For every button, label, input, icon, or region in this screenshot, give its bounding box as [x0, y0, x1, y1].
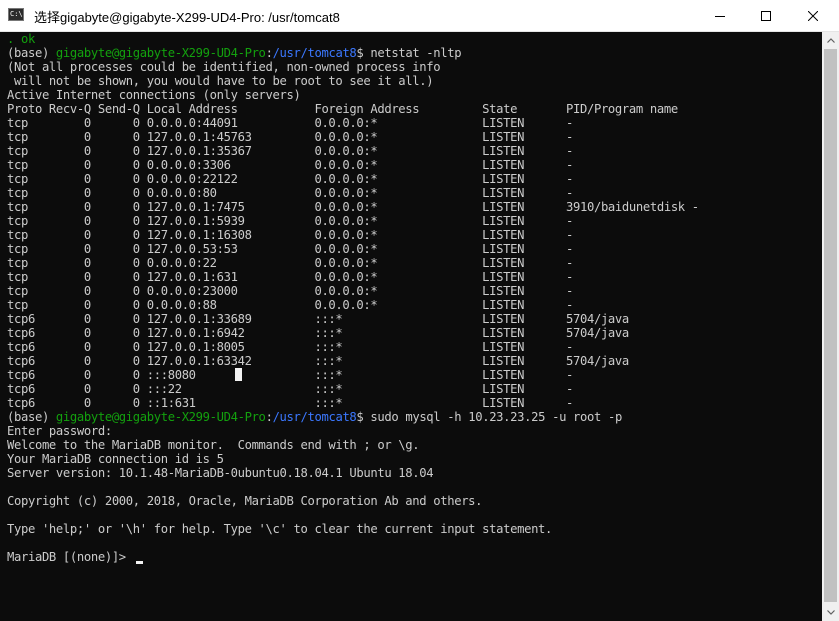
netstat-row: tcp 0 0 127.0.0.1:45763 0.0.0.0:* LISTEN…	[7, 130, 573, 144]
netstat-header: Proto Recv-Q Send-Q Local Address Foreig…	[7, 102, 678, 116]
output-line: will not be shown, you would have to be …	[7, 74, 434, 88]
output-line: Active Internet connections (only server…	[7, 88, 301, 102]
netstat-row: tcp 0 0 0.0.0.0:3306 0.0.0.0:* LISTEN -	[7, 158, 573, 172]
output-fragment: . ok	[7, 32, 35, 46]
mysql-output-line: Enter password:	[7, 424, 112, 438]
mysql-output-line	[0, 480, 822, 494]
netstat-row: tcp6 0 0 127.0.0.1:6942 :::* LISTEN 5704…	[7, 326, 629, 340]
netstat-row: tcp6 0 0 127.0.0.1:63342 :::* LISTEN 570…	[7, 354, 629, 368]
netstat-row: tcp 0 0 0.0.0.0:22122 0.0.0.0:* LISTEN -	[7, 172, 573, 186]
prompt-separator: :	[265, 46, 273, 60]
prompt-sign: $	[356, 46, 371, 60]
prompt-path: /usr/tomcat8	[272, 410, 357, 424]
terminal-output[interactable]: . ok (base) gigabyte@gigabyte-X299-UD4-P…	[0, 32, 822, 621]
prompt-user-host: gigabyte@gigabyte-X299-UD4-Pro	[55, 410, 266, 424]
prompt-sign: $	[356, 410, 371, 424]
prompt-prefix: (base)	[7, 410, 56, 424]
text-cursor	[135, 561, 143, 564]
netstat-row: tcp 0 0 0.0.0.0:80 0.0.0.0:* LISTEN -	[7, 186, 573, 200]
selection-cursor	[235, 368, 242, 381]
mysql-output-line: Copyright (c) 2000, 2018, Oracle, MariaD…	[7, 494, 483, 508]
minimize-icon	[715, 15, 725, 17]
close-icon	[808, 10, 818, 21]
output-line: (Not all processes could be identified, …	[7, 60, 441, 74]
shell-prompt: (base) gigabyte@gigabyte-X299-UD4-Pro:/u…	[0, 410, 822, 424]
netstat-row: tcp 0 0 127.0.0.1:5939 0.0.0.0:* LISTEN …	[7, 214, 573, 228]
title-bar[interactable]: C:\ 选择gigabyte@gigabyte-X299-UD4-Pro: /u…	[0, 0, 839, 32]
netstat-row: tcp6 0 0 :::8080 :::* LISTEN -	[0, 368, 822, 382]
chevron-up-icon	[826, 38, 835, 43]
mysql-output-line	[0, 536, 822, 550]
prompt-command: sudo mysql -h 10.23.23.25 -u root -p	[370, 410, 622, 424]
mysql-output-line: Welcome to the MariaDB monitor. Commands…	[7, 438, 420, 452]
window-title: 选择gigabyte@gigabyte-X299-UD4-Pro: /usr/t…	[34, 10, 340, 25]
maximize-icon	[761, 10, 771, 21]
mysql-output-line: Your MariaDB connection id is 5	[7, 452, 224, 466]
mysql-prompt-line[interactable]: MariaDB [(none)]>	[0, 550, 822, 564]
netstat-row: tcp 0 0 127.0.0.1:631 0.0.0.0:* LISTEN -	[7, 270, 573, 284]
minimize-button[interactable]	[697, 0, 743, 31]
netstat-row: tcp 0 0 127.0.0.1:35367 0.0.0.0:* LISTEN…	[7, 144, 573, 158]
netstat-row: tcp 0 0 127.0.0.53:53 0.0.0.0:* LISTEN -	[7, 242, 573, 256]
chevron-down-icon	[826, 610, 835, 615]
maximize-button[interactable]	[743, 0, 789, 31]
scroll-down-button[interactable]	[822, 604, 839, 621]
close-button[interactable]	[790, 0, 836, 31]
mysql-prompt: MariaDB [(none)]>	[7, 550, 133, 564]
mysql-output-line: Type 'help;' or '\h' for help. Type '\c'…	[7, 522, 553, 536]
terminal-app-icon[interactable]: C:\	[8, 8, 24, 21]
prompt-command: netstat -nltp	[370, 46, 462, 60]
netstat-row: tcp 0 0 127.0.0.1:7475 0.0.0.0:* LISTEN …	[7, 200, 699, 214]
mysql-output-line: Server version: 10.1.48-MariaDB-0ubuntu0…	[7, 466, 434, 480]
prompt-user-host: gigabyte@gigabyte-X299-UD4-Pro	[55, 46, 266, 60]
scroll-thumb[interactable]	[824, 49, 837, 602]
netstat-row: tcp6 0 0 127.0.0.1:8005 :::* LISTEN -	[7, 340, 573, 354]
netstat-row: tcp6 0 0 :::22 :::* LISTEN -	[7, 382, 573, 396]
shell-prompt: (base) gigabyte@gigabyte-X299-UD4-Pro:/u…	[0, 46, 822, 60]
prompt-separator: :	[265, 410, 273, 424]
netstat-row: tcp 0 0 0.0.0.0:23000 0.0.0.0:* LISTEN -	[7, 284, 573, 298]
vertical-scrollbar[interactable]	[822, 32, 839, 621]
netstat-row: tcp 0 0 0.0.0.0:88 0.0.0.0:* LISTEN -	[7, 298, 573, 312]
netstat-row: tcp 0 0 0.0.0.0:22 0.0.0.0:* LISTEN -	[7, 256, 573, 270]
netstat-row-text: tcp6 0 0 :::8080 :::* LISTEN -	[7, 368, 573, 382]
netstat-row: tcp6 0 0 ::1:631 :::* LISTEN -	[7, 396, 573, 410]
netstat-row: tcp 0 0 127.0.0.1:16308 0.0.0.0:* LISTEN…	[7, 228, 573, 242]
scroll-up-button[interactable]	[822, 32, 839, 49]
netstat-row: tcp6 0 0 127.0.0.1:33689 :::* LISTEN 570…	[7, 312, 629, 326]
prompt-prefix: (base)	[7, 46, 56, 60]
netstat-row: tcp 0 0 0.0.0.0:44091 0.0.0.0:* LISTEN -	[7, 116, 573, 130]
mysql-output-line	[0, 508, 822, 522]
prompt-path: /usr/tomcat8	[272, 46, 357, 60]
